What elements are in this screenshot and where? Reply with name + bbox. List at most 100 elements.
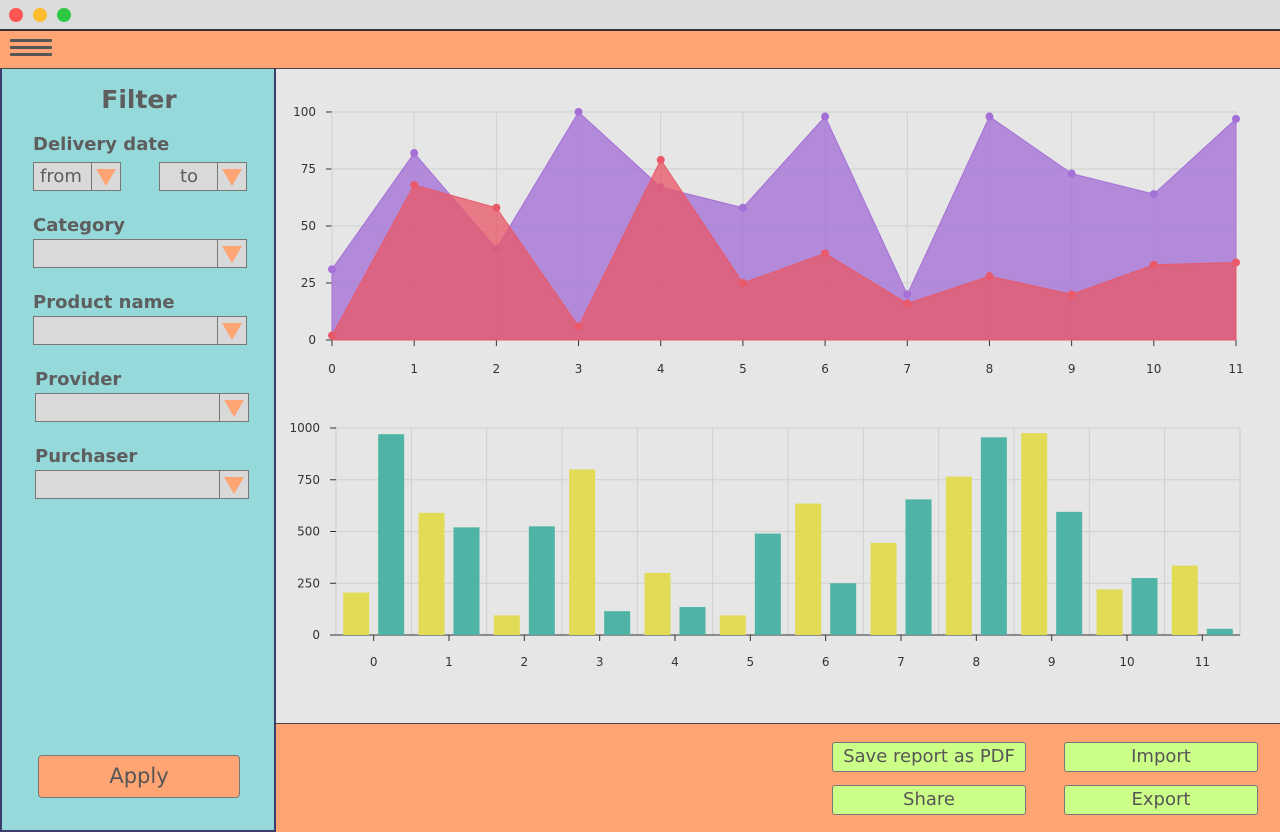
area-point: [738, 279, 747, 287]
bottom-action-bar: Save report as PDF Import Share Export: [276, 723, 1280, 832]
product-name-label: Product name: [33, 292, 175, 313]
area-x-tick-label: 2: [493, 362, 501, 376]
area-point: [1149, 260, 1158, 269]
bar-1: [1056, 511, 1083, 635]
bar-1: [679, 607, 706, 635]
bar-x-tick-label: 7: [897, 655, 905, 669]
bar-1: [378, 434, 405, 635]
bar-x-tick-label: 4: [671, 655, 679, 669]
area-point: [410, 180, 419, 189]
category-label: Category: [33, 215, 126, 236]
product-name-select[interactable]: [33, 316, 247, 345]
area-x-tick-label: 4: [657, 362, 665, 376]
bar-1: [1131, 578, 1158, 635]
bar-x-tick-label: 5: [747, 655, 755, 669]
bar-1: [905, 499, 932, 635]
hamburger-menu-icon[interactable]: [10, 39, 52, 61]
area-x-tick-label: 9: [1068, 362, 1076, 376]
area-point: [656, 155, 665, 164]
minimize-window-button[interactable]: [33, 8, 47, 22]
area-point: [903, 290, 912, 299]
category-select[interactable]: [33, 239, 247, 268]
area-point: [574, 108, 583, 116]
bar-y-tick-label: 500: [297, 525, 320, 539]
area-y-tick-label: 75: [301, 162, 316, 176]
bar-x-tick-label: 0: [370, 655, 378, 669]
area-point: [985, 272, 994, 281]
bar-x-tick-label: 11: [1195, 655, 1210, 669]
area-point: [328, 265, 336, 274]
bar-0: [870, 542, 897, 635]
bar-0: [795, 503, 822, 635]
provider-label: Provider: [35, 369, 122, 390]
export-button[interactable]: Export: [1064, 785, 1258, 815]
bar-x-tick-label: 2: [521, 655, 529, 669]
charts-panel: 0 1 2 3 4 5 6 7 8 9 10 11 0 25 50 75 100 0 250 500 750 1000 0 1…: [276, 69, 1280, 723]
save-pdf-button[interactable]: Save report as PDF: [832, 742, 1026, 772]
area-x-tick-label: 3: [575, 362, 583, 376]
bar-x-tick-label: 3: [596, 655, 604, 669]
bar-x-tick-label: 1: [445, 655, 453, 669]
bar-0: [1021, 433, 1048, 635]
area-x-tick-label: 7: [903, 362, 911, 376]
area-point: [328, 331, 336, 340]
bar-0: [719, 615, 746, 635]
bar-0: [343, 592, 370, 635]
share-button[interactable]: Share: [832, 785, 1026, 815]
from-value: from: [40, 166, 82, 187]
filter-sidebar: Filter Delivery date from to Category Pr…: [0, 69, 276, 832]
to-value: to: [180, 166, 199, 187]
bar-y-tick-label: 1000: [289, 421, 320, 435]
bar-x-tick-label: 6: [822, 655, 830, 669]
area-point: [985, 112, 994, 121]
area-point: [821, 249, 830, 258]
area-x-tick-label: 11: [1228, 362, 1243, 376]
area-x-tick-label: 5: [739, 362, 747, 376]
bar-0: [644, 572, 671, 635]
area-x-tick-label: 0: [328, 362, 336, 376]
area-y-tick-label: 0: [308, 333, 316, 347]
bar-0: [493, 615, 520, 635]
close-window-button[interactable]: [9, 8, 23, 22]
delivery-date-label: Delivery date: [33, 134, 170, 155]
bar-y-tick-label: 750: [297, 473, 320, 487]
filter-title: Filter: [101, 85, 177, 114]
area-x-tick-label: 8: [986, 362, 994, 376]
delivery-date-to-select[interactable]: to: [159, 162, 247, 191]
bar-0: [1171, 565, 1198, 635]
area-point: [1149, 190, 1158, 199]
triangle-down-icon: [222, 323, 242, 340]
apply-button[interactable]: Apply: [38, 755, 240, 798]
bar-y-tick-label: 0: [312, 628, 320, 642]
charts-svg: 0 1 2 3 4 5 6 7 8 9 10 110255075100025050075010000 1…: [289, 105, 1243, 669]
bar-1: [980, 437, 1007, 635]
area-point: [1067, 169, 1076, 178]
area-point: [821, 112, 830, 121]
area-point: [903, 299, 912, 308]
triangle-down-icon: [224, 400, 244, 417]
triangle-down-icon: [224, 477, 244, 494]
bar-1: [604, 611, 631, 635]
maximize-window-button[interactable]: [57, 8, 71, 22]
bar-x-tick-label: 10: [1119, 655, 1134, 669]
top-toolbar: [0, 31, 1280, 69]
provider-select[interactable]: [35, 393, 249, 422]
bar-1: [1206, 628, 1233, 635]
bar-0: [1096, 589, 1123, 635]
triangle-down-icon: [96, 169, 116, 186]
bar-1: [754, 533, 781, 635]
area-point: [574, 322, 583, 331]
area-point: [738, 203, 747, 212]
bar-0: [945, 476, 972, 635]
window-titlebar: [0, 0, 1280, 31]
import-button[interactable]: Import: [1064, 742, 1258, 772]
purchaser-select[interactable]: [35, 470, 249, 499]
area-point: [492, 203, 501, 212]
area-x-tick-label: 1: [410, 362, 418, 376]
delivery-date-from-select[interactable]: from: [33, 162, 121, 191]
area-point: [410, 149, 419, 158]
area-point: [1067, 290, 1076, 299]
bar-0: [569, 469, 596, 635]
bar-0: [418, 512, 445, 635]
bar-x-tick-label: 9: [1048, 655, 1056, 669]
